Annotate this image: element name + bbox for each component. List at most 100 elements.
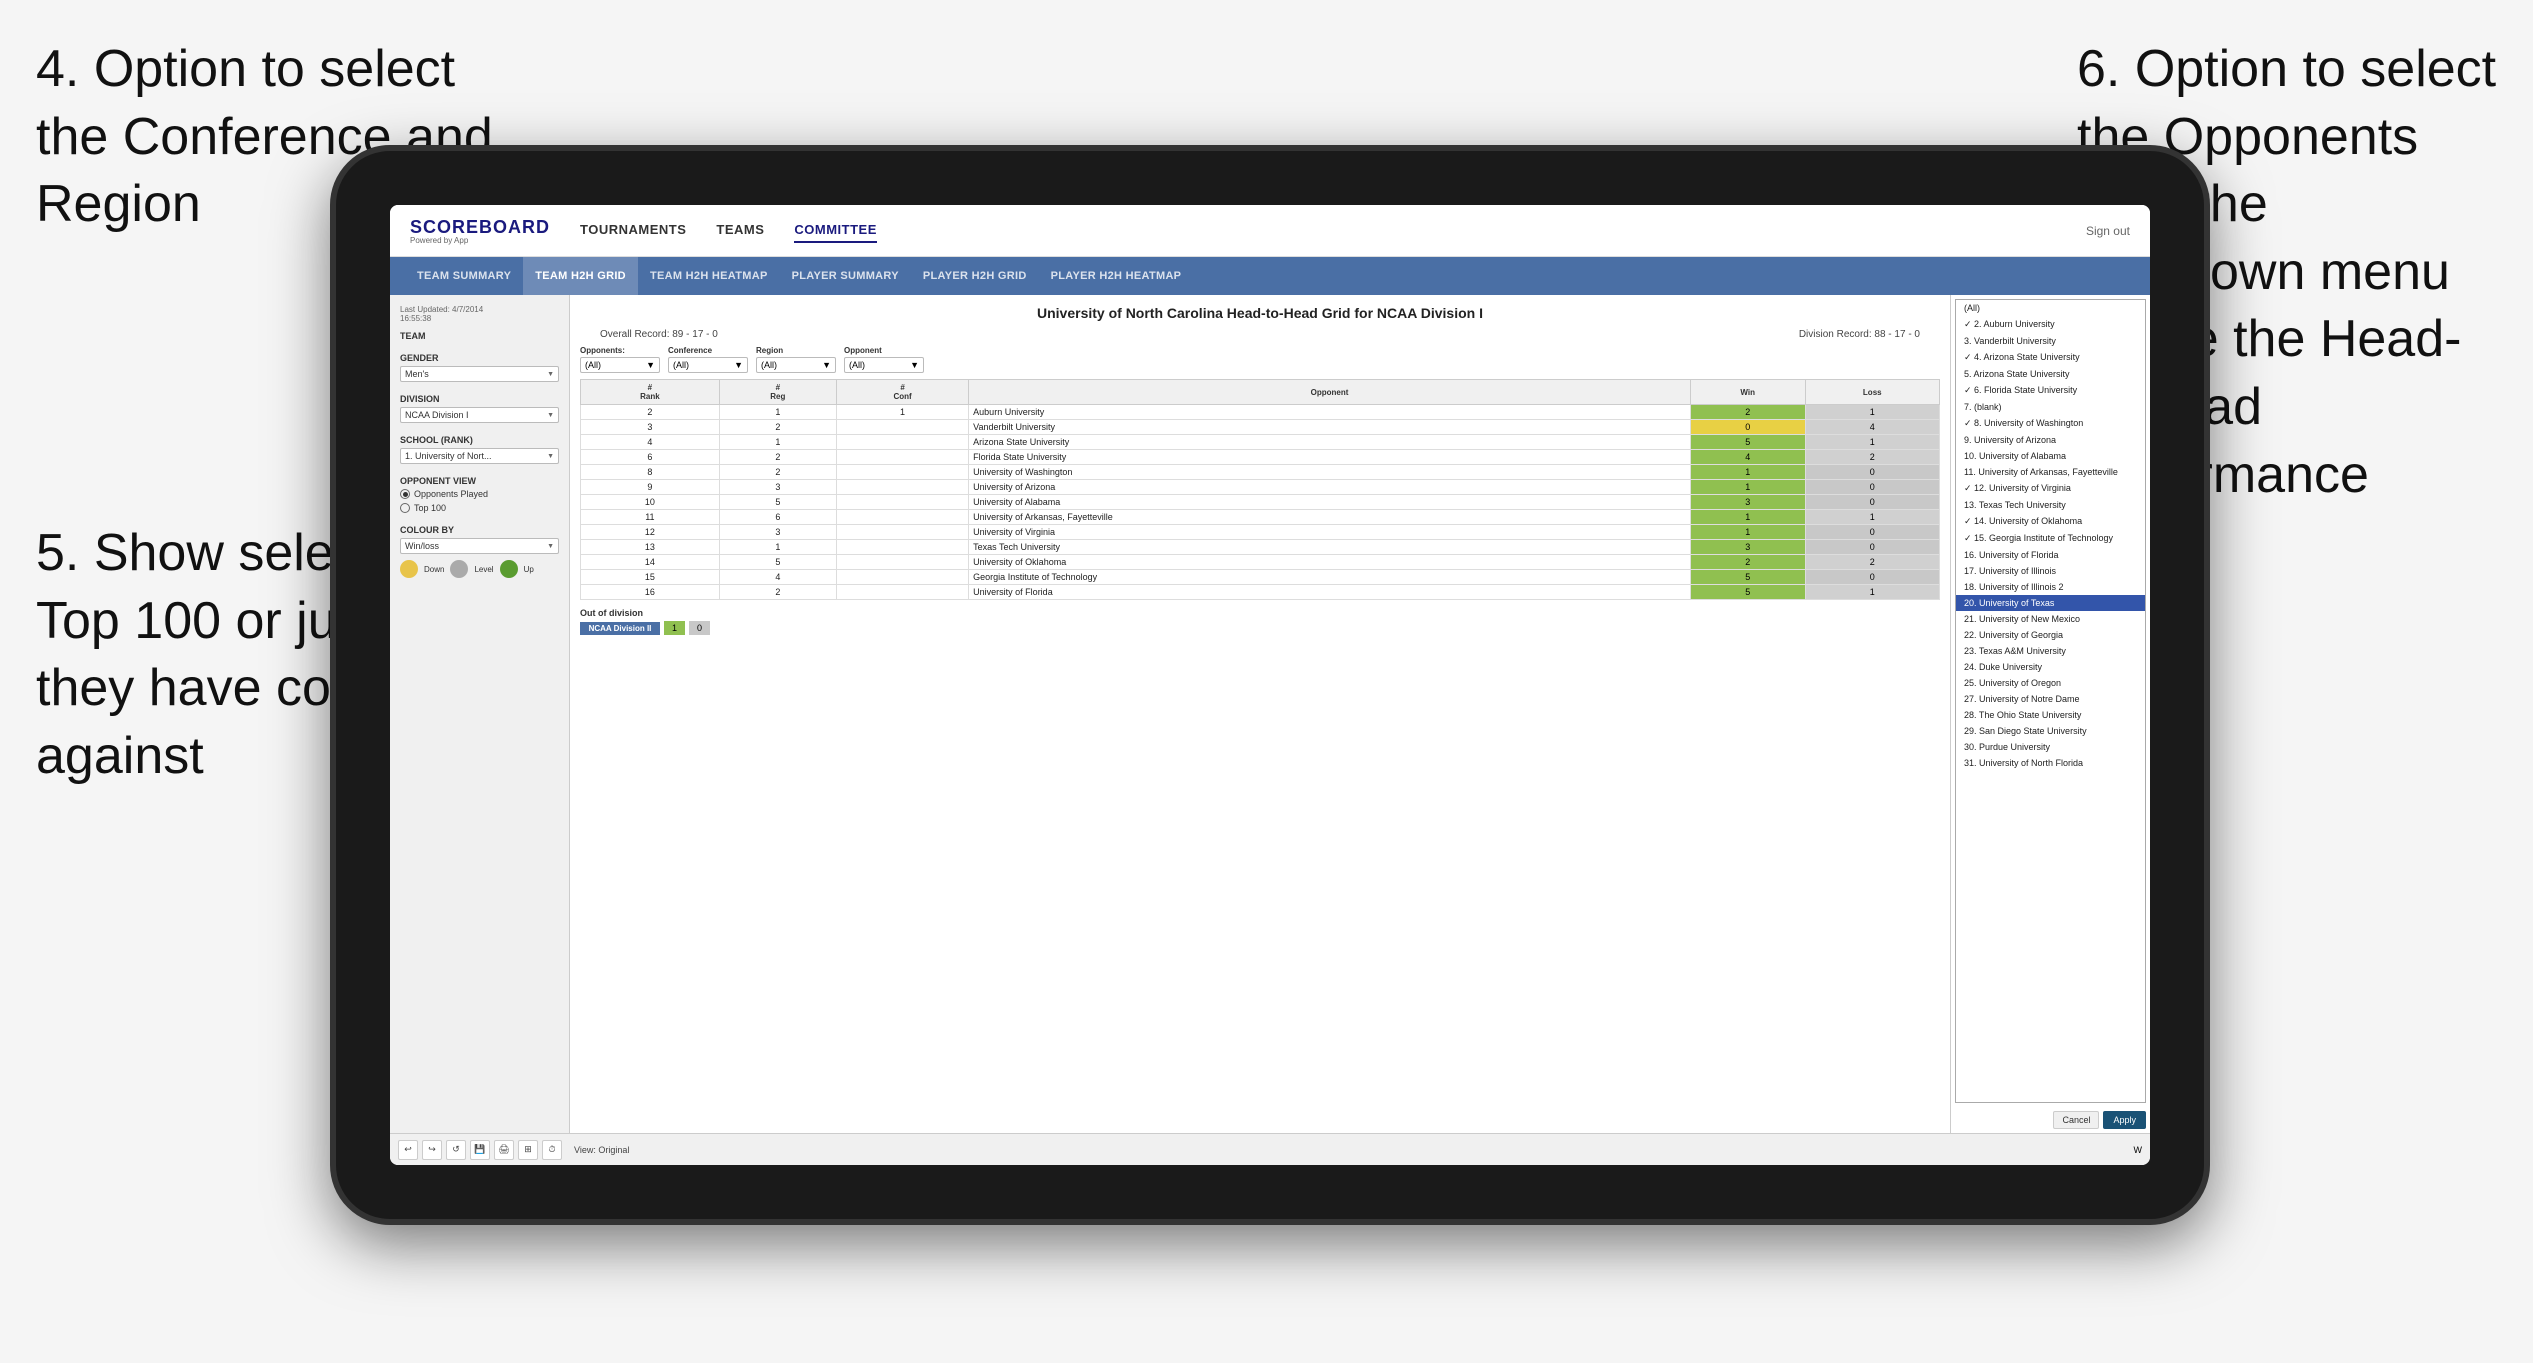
opponents-played-radio[interactable]: Opponents Played — [400, 489, 559, 499]
dropdown-item[interactable]: 9. University of Arizona — [1956, 432, 2145, 448]
toolbar-redo[interactable]: ↪ — [422, 1140, 442, 1160]
dropdown-item[interactable]: 2. Auburn University — [1956, 316, 2145, 333]
reg-cell: 3 — [719, 525, 836, 540]
toolbar-save[interactable]: 💾 — [470, 1140, 490, 1160]
table-row: 8 2 University of Washington 1 0 — [581, 465, 1940, 480]
division-record-label: Division Record: — [1799, 329, 1872, 340]
dropdown-item[interactable]: 8. University of Washington — [1956, 415, 2145, 432]
dropdown-item[interactable]: 21. University of New Mexico — [1956, 611, 2145, 627]
sub-nav-team-h2h-grid[interactable]: TEAM H2H GRID — [523, 257, 638, 295]
ncaa-loss: 0 — [689, 621, 710, 635]
conf-cell — [836, 585, 968, 600]
overall-record-value: 89 - 17 - 0 — [672, 329, 718, 340]
sub-nav-team-summary[interactable]: TEAM SUMMARY — [405, 257, 523, 295]
dropdown-item[interactable]: 5. Arizona State University — [1956, 366, 2145, 382]
conf-cell — [836, 435, 968, 450]
conference-filter-arrow: ▼ — [734, 360, 743, 370]
opponents-filter-select[interactable]: (All) ▼ — [580, 357, 660, 373]
colour-by-value: Win/loss — [405, 541, 439, 551]
toolbar-layout[interactable]: ⊞ — [518, 1140, 538, 1160]
school-value: 1. University of Nort... — [405, 451, 492, 461]
toolbar-refresh[interactable]: ↺ — [446, 1140, 466, 1160]
dropdown-item[interactable]: 14. University of Oklahoma — [1956, 513, 2145, 530]
dropdown-item[interactable]: 20. University of Texas — [1956, 595, 2145, 611]
table-row: 10 5 University of Alabama 3 0 — [581, 495, 1940, 510]
dropdown-item[interactable]: 15. Georgia Institute of Technology — [1956, 530, 2145, 547]
loss-cell: 0 — [1805, 525, 1939, 540]
opponents-played-label: Opponents Played — [414, 489, 488, 499]
dropdown-item[interactable]: 12. University of Virginia — [1956, 480, 2145, 497]
loss-cell: 0 — [1805, 495, 1939, 510]
toolbar-clock[interactable]: ⏱ — [542, 1140, 562, 1160]
reg-cell: 5 — [719, 555, 836, 570]
reg-cell: 6 — [719, 510, 836, 525]
dropdown-item[interactable]: 16. University of Florida — [1956, 547, 2145, 563]
conf-cell: 1 — [836, 405, 968, 420]
dropdown-item[interactable]: 24. Duke University — [1956, 659, 2145, 675]
opponent-view-radio-group: Opponents Played Top 100 — [400, 489, 559, 513]
table-row: 3 2 Vanderbilt University 0 4 — [581, 420, 1940, 435]
dropdown-item[interactable]: 30. Purdue University — [1956, 739, 2145, 755]
sub-nav-player-summary[interactable]: PLAYER SUMMARY — [780, 257, 911, 295]
cancel-button[interactable]: Cancel — [2053, 1111, 2099, 1129]
dropdown-item[interactable]: 4. Arizona State University — [1956, 349, 2145, 366]
division-arrow: ▼ — [547, 412, 554, 419]
table-row: 13 1 Texas Tech University 3 0 — [581, 540, 1940, 555]
dropdown-item[interactable]: 31. University of North Florida — [1956, 755, 2145, 771]
top-100-radio[interactable]: Top 100 — [400, 503, 559, 513]
conference-filter-select[interactable]: (All) ▼ — [668, 357, 748, 373]
dropdown-item[interactable]: 27. University of Notre Dame — [1956, 691, 2145, 707]
division-record-value: 88 - 17 - 0 — [1874, 329, 1920, 340]
dropdown-item[interactable]: 18. University of Illinois 2 — [1956, 579, 2145, 595]
dropdown-item[interactable]: 11. University of Arkansas, Fayetteville — [1956, 464, 2145, 480]
reg-cell: 2 — [719, 465, 836, 480]
dropdown-item[interactable]: (All) — [1956, 300, 2145, 316]
school-control[interactable]: 1. University of Nort... ▼ — [400, 448, 559, 464]
nav-item-committee[interactable]: COMMITTEE — [794, 218, 877, 243]
loss-cell: 4 — [1805, 420, 1939, 435]
table-row: 2 1 1 Auburn University 2 1 — [581, 405, 1940, 420]
win-cell: 1 — [1690, 510, 1805, 525]
dropdown-item[interactable]: 17. University of Illinois — [1956, 563, 2145, 579]
opponent-filter-select[interactable]: (All) ▼ — [844, 357, 924, 373]
opponent-header: Opponent — [969, 380, 1691, 405]
dropdown-item[interactable]: 3. Vanderbilt University — [1956, 333, 2145, 349]
nav-items: TOURNAMENTS TEAMS COMMITTEE — [580, 218, 2086, 243]
region-filter-select[interactable]: (All) ▼ — [756, 357, 836, 373]
opponent-filter-label: Opponent — [844, 346, 924, 355]
nav-sign-out[interactable]: Sign out — [2086, 224, 2130, 238]
dropdown-item[interactable]: 25. University of Oregon — [1956, 675, 2145, 691]
conf-cell — [836, 525, 968, 540]
opponent-cell: University of Alabama — [969, 495, 1691, 510]
logo-area: SCOREBOARD Powered by App — [410, 217, 550, 245]
colour-by-label: Colour by — [400, 525, 559, 535]
report-header: University of North Carolina Head-to-Hea… — [580, 305, 1940, 321]
opponent-cell: University of Florida — [969, 585, 1691, 600]
conf-cell — [836, 465, 968, 480]
toolbar-undo[interactable]: ↩ — [398, 1140, 418, 1160]
dropdown-item[interactable]: 7. (blank) — [1956, 399, 2145, 415]
conf-cell — [836, 450, 968, 465]
nav-item-teams[interactable]: TEAMS — [716, 218, 764, 243]
dropdown-item[interactable]: 23. Texas A&M University — [1956, 643, 2145, 659]
dropdown-item[interactable]: 22. University of Georgia — [1956, 627, 2145, 643]
sub-nav-player-h2h-heatmap[interactable]: PLAYER H2H HEATMAP — [1039, 257, 1194, 295]
sub-nav-team-h2h-heatmap[interactable]: TEAM H2H HEATMAP — [638, 257, 780, 295]
dropdown-item[interactable]: 10. University of Alabama — [1956, 448, 2145, 464]
sub-nav-player-h2h-grid[interactable]: PLAYER H2H GRID — [911, 257, 1039, 295]
dropdown-item[interactable]: 13. Texas Tech University — [1956, 497, 2145, 513]
nav-item-tournaments[interactable]: TOURNAMENTS — [580, 218, 686, 243]
school-arrow: ▼ — [547, 453, 554, 460]
dropdown-item[interactable]: 28. The Ohio State University — [1956, 707, 2145, 723]
colour-by-control[interactable]: Win/loss ▼ — [400, 538, 559, 554]
gender-control[interactable]: Men's ▼ — [400, 366, 559, 382]
toolbar-print[interactable]: 🖨 — [494, 1140, 514, 1160]
division-control[interactable]: NCAA Division I ▼ — [400, 407, 559, 423]
apply-button[interactable]: Apply — [2103, 1111, 2146, 1129]
nav-bar: SCOREBOARD Powered by App TOURNAMENTS TE… — [390, 205, 2150, 257]
dropdown-item[interactable]: 29. San Diego State University — [1956, 723, 2145, 739]
last-updated-label: Last Updated: 4/7/2014 — [400, 305, 483, 314]
table-row: 12 3 University of Virginia 1 0 — [581, 525, 1940, 540]
opponent-dropdown-list[interactable]: (All)2. Auburn University3. Vanderbilt U… — [1955, 299, 2146, 1103]
dropdown-item[interactable]: 6. Florida State University — [1956, 382, 2145, 399]
